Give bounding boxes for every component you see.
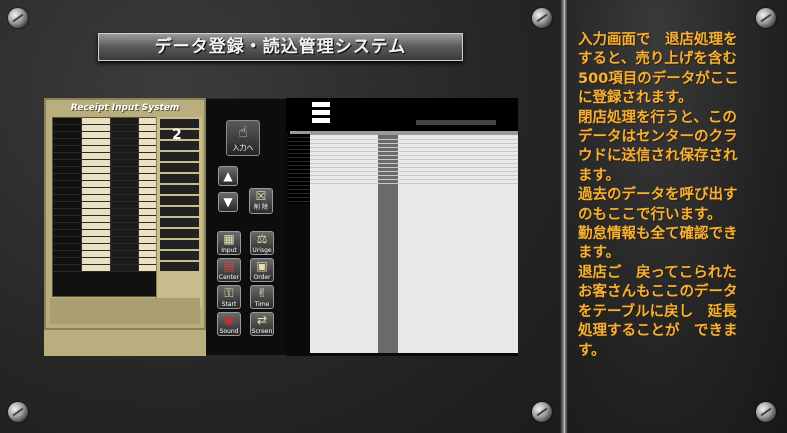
screw-icon xyxy=(756,8,776,28)
description-line: す。 xyxy=(578,342,606,359)
enter-button-label: 入力へ xyxy=(232,144,254,152)
box-icon: ▣ xyxy=(256,259,268,273)
urisage-button-label: Urisge xyxy=(252,247,272,254)
screw-icon xyxy=(8,8,28,28)
center-button-label: Center xyxy=(218,274,240,281)
screen-button[interactable]: ⇄ Screen xyxy=(250,312,274,336)
triangle-up-icon: ▲ xyxy=(223,169,233,183)
description-line: お客さんもここのデータ xyxy=(578,284,738,301)
order-button[interactable]: ▣ Order xyxy=(250,258,274,282)
input-button[interactable]: ▦ Input xyxy=(217,231,241,255)
receipt-bottom-bar xyxy=(44,330,206,356)
server-icon: ▤ xyxy=(223,259,235,273)
description-line: 500項目のデータがここ xyxy=(578,70,739,87)
start-button-label: Start xyxy=(221,301,237,308)
receipt-number: 2 xyxy=(172,127,182,143)
keyboard-icon: ▦ xyxy=(223,232,235,246)
description-line: 勤怠情報も全て確認でき xyxy=(578,226,738,243)
header-bar xyxy=(416,120,496,125)
description-line: をテーブルに戻し 延長 xyxy=(578,303,737,320)
order-button-label: Order xyxy=(253,274,271,281)
key-icon: ⚿ xyxy=(224,286,234,300)
time-button[interactable]: ✌ Time xyxy=(250,285,274,309)
description-line: 処理することが できま xyxy=(578,323,738,340)
header-field[interactable] xyxy=(312,118,330,123)
receipt-title: Receipt Input System xyxy=(70,103,180,113)
screen-button-label: Screen xyxy=(251,328,273,335)
receipt-footer xyxy=(50,298,200,324)
description-text: 入力画面で 退店処理を すると、売り上げを含む 500項目のデータがここ に登録… xyxy=(578,31,768,361)
screw-icon xyxy=(8,402,28,422)
screw-icon xyxy=(756,402,776,422)
sound-button[interactable]: ◉ Sound xyxy=(217,312,241,336)
urisage-button[interactable]: ⚖ Urisge xyxy=(250,231,274,255)
scale-icon: ⚖ xyxy=(256,232,268,246)
enter-button[interactable]: ☝ 入力へ xyxy=(226,120,260,156)
description-line: すると、売り上げを含む xyxy=(578,51,737,68)
header-field[interactable] xyxy=(312,110,330,115)
speaker-icon: ◉ xyxy=(223,313,235,327)
data-index-column xyxy=(288,134,310,204)
panel-divider xyxy=(560,0,568,433)
data-grid-header xyxy=(290,131,518,135)
table-row[interactable] xyxy=(290,180,518,184)
delete-button[interactable]: ☒ 削 除 xyxy=(249,188,273,214)
description-line: ます。 xyxy=(578,167,621,184)
trash-icon: ☒ xyxy=(255,189,267,203)
description-line: ウドに送信され保存され xyxy=(578,148,738,165)
header-field[interactable] xyxy=(312,102,330,107)
description-line: 過去のデータを呼び出す xyxy=(578,187,738,204)
center-button[interactable]: ▤ Center xyxy=(217,258,241,282)
up-button[interactable]: ▲ xyxy=(218,166,238,186)
down-button[interactable]: ▼ xyxy=(218,192,238,212)
description-line: ます。 xyxy=(578,245,621,262)
receipt-side-panel xyxy=(156,117,202,307)
data-header xyxy=(286,98,518,132)
screw-icon xyxy=(532,8,552,28)
start-button[interactable]: ⚿ Start xyxy=(217,285,241,309)
time-button-label: Time xyxy=(254,301,270,308)
description-line: 閉店処理を行うと、この xyxy=(578,109,737,126)
description-line: 入力画面で 退店処理を xyxy=(578,32,738,48)
screw-icon xyxy=(532,402,552,422)
handshake-icon: ✌ xyxy=(256,286,268,300)
description-line: のもここで行います。 xyxy=(578,206,722,223)
data-grid-rows xyxy=(290,136,518,196)
sound-button-label: Sound xyxy=(219,328,239,335)
arrows-icon: ⇄ xyxy=(256,313,268,327)
description-line: に登録されます。 xyxy=(578,90,693,107)
triangle-down-icon: ▼ xyxy=(223,195,233,209)
page-title: データ登録・読込管理システム xyxy=(98,33,463,61)
delete-button-label: 削 除 xyxy=(254,204,268,211)
enter-icon: ☝ xyxy=(238,122,248,141)
description-line: データはセンターのクラ xyxy=(578,129,738,146)
input-button-label: Input xyxy=(221,247,237,254)
description-line: 退店ご 戻ってこられた xyxy=(578,264,737,281)
